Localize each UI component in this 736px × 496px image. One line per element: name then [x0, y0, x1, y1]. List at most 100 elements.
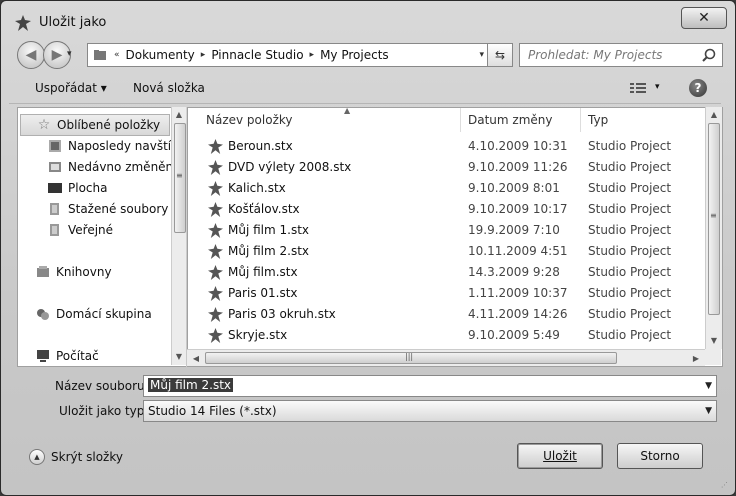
nav-favorites[interactable]: ☆ Oblíbené položky [20, 114, 170, 136]
file-row[interactable]: Beroun.stx 4.10.2009 10:31 Studio Project [188, 136, 704, 157]
file-row[interactable]: Paris 01.stx 1.11.2009 10:37 Studio Projec… [188, 283, 704, 304]
file-row[interactable]: Můj film 2.stx 10.11.2009 4:51 Studio Proj… [188, 241, 704, 262]
chevron-down-icon[interactable]: ▼ [705, 406, 712, 416]
nav-homegroup[interactable]: Domácí skupina [36, 304, 152, 324]
column-date-label: Datum změny [468, 113, 553, 127]
breadcrumb-my-projects[interactable]: My Projects [320, 48, 389, 62]
navigation-pane: ☆ Oblíbené položky Naposledy navštíve Ne… [17, 107, 186, 367]
address-prefix[interactable]: « [114, 50, 120, 60]
file-date: 19.9.2009 7:10 [468, 223, 560, 237]
studio-project-icon [208, 244, 223, 259]
address-dropdown[interactable]: ▾ [479, 50, 484, 60]
hide-folders-label: Skrýt složky [51, 450, 123, 464]
file-row[interactable]: Paris 03 okruh.stx 4.11.2009 14:26 Studio … [188, 304, 704, 325]
file-row[interactable]: DVD výlety 2008.stx 9.10.2009 11:26 Studio… [188, 157, 704, 178]
scrollbar-corner [705, 349, 721, 365]
chevron-down-icon[interactable]: ▼ [705, 381, 712, 391]
file-date: 1.11.2009 10:37 [468, 286, 568, 300]
nav-libraries[interactable]: Knihovny [36, 262, 112, 282]
nav-libraries-label: Knihovny [56, 265, 112, 279]
file-name: Kalich.stx [228, 181, 286, 195]
file-name: Paris 01.stx [228, 286, 298, 300]
scroll-left-arrow[interactable]: ◀ [189, 351, 203, 365]
help-icon[interactable]: ? [689, 79, 707, 97]
filetype-select[interactable]: Studio 14 Files (*.stx) ▼ [143, 400, 717, 422]
nav-homegroup-label: Domácí skupina [56, 307, 152, 321]
views-icon[interactable] [629, 81, 651, 95]
nav-recent-places[interactable]: Naposledy navštíve [48, 136, 186, 156]
column-divider[interactable] [460, 108, 461, 132]
scroll-up-arrow[interactable]: ▲ [172, 107, 186, 121]
nav-downloads-label: Stažené soubory [68, 202, 169, 216]
refresh-button[interactable]: ⇆ [487, 43, 513, 67]
scroll-right-arrow[interactable]: ▶ [689, 351, 703, 365]
public-folder-icon [50, 224, 59, 236]
nav-public[interactable]: Veřejné [48, 220, 113, 240]
breadcrumb-separator[interactable]: ▸ [201, 50, 206, 60]
column-header-date[interactable]: Datum změny [468, 108, 578, 132]
filetype-label: Uložit jako typ: [59, 404, 149, 418]
downloads-folder-icon [50, 203, 59, 215]
file-type: Studio Project [588, 202, 672, 216]
cancel-button[interactable]: Storno [617, 443, 703, 469]
scroll-down-arrow[interactable]: ▼ [172, 349, 186, 363]
column-header-name[interactable]: Název položky ▲ [206, 108, 446, 132]
file-row[interactable]: Můj film 1.stx 19.9.2009 7:10 Studio Proje… [188, 220, 704, 241]
organize-button[interactable]: Uspořádat ▾ [35, 81, 107, 95]
file-row[interactable]: Kalich.stx 9.10.2009 8:01 Studio Project [188, 178, 704, 199]
file-list-vertical-scrollbar[interactable]: ▲ ≡ ▼ [705, 107, 722, 349]
file-type: Studio Project [588, 244, 672, 258]
resize-grip[interactable]: ⋰ [721, 481, 731, 491]
filename-value[interactable]: Můj film 2.stx [148, 378, 234, 392]
star-icon: ☆ [37, 117, 51, 133]
nav-downloads[interactable]: Stažené soubory [48, 199, 168, 219]
file-type: Studio Project [588, 181, 672, 195]
back-button[interactable]: ◀ [17, 41, 45, 69]
breadcrumb-dokumenty[interactable]: Dokumenty [126, 48, 195, 62]
file-date: 10.11.2009 4:51 [468, 244, 568, 258]
file-name: Paris 03 okruh.stx [228, 307, 336, 321]
column-header-type[interactable]: Typ [588, 108, 688, 132]
libraries-icon [37, 266, 49, 277]
address-bar[interactable]: « Dokumenty ▸ Pinnacle Studio ▸ My Proje… [87, 43, 489, 67]
title-bar[interactable]: Uložit jako ✕ [1, 1, 735, 39]
studio-project-icon [208, 265, 223, 280]
filetype-value: Studio 14 Files (*.stx) [148, 404, 277, 418]
nav-computer-label: Počítač [56, 349, 99, 363]
nav-recent-places-label: Naposledy navštíve [68, 139, 186, 153]
file-row[interactable]: Košťálov.stx 9.10.2009 10:17 Studio Projec… [188, 199, 704, 220]
nav-scrollbar[interactable]: ▲ ≡ ▼ [171, 107, 186, 365]
scroll-down-arrow[interactable]: ▼ [707, 333, 721, 347]
column-divider[interactable] [580, 108, 581, 132]
save-button-label: Uložit [543, 449, 577, 463]
recent-pages-dropdown[interactable]: ▾ [67, 49, 72, 59]
breadcrumb-pinnacle-studio[interactable]: Pinnacle Studio [211, 48, 303, 62]
filename-input[interactable]: Můj film 2.stx ▼ [143, 375, 717, 397]
nav-recently-changed[interactable]: Nedávno změněné [48, 157, 181, 177]
forward-arrow-icon: ▶ [51, 47, 63, 63]
file-row[interactable]: Můj film.stx 14.3.2009 9:28 Studio Project [188, 262, 704, 283]
breadcrumb-separator[interactable]: ▸ [310, 50, 315, 60]
close-button[interactable]: ✕ [681, 7, 727, 29]
views-dropdown[interactable]: ▾ [655, 82, 660, 92]
grip-icon: ≡ [176, 171, 183, 180]
save-button[interactable]: Uložit [517, 443, 603, 469]
file-list-horizontal-scrollbar[interactable]: ◀ ||| ▶ [187, 349, 705, 366]
scroll-up-arrow[interactable]: ▲ [707, 107, 721, 121]
nav-recently-changed-label: Nedávno změněné [68, 160, 181, 174]
new-folder-button[interactable]: Nová složka [133, 81, 205, 95]
search-input[interactable]: Prohledat: My Projects [519, 43, 723, 67]
save-as-dialog: Uložit jako ✕ ◀ ▶ ▾ « Dokumenty ▸ Pinnac… [0, 0, 736, 496]
grip-icon: ≡ [710, 211, 717, 220]
nav-computer[interactable]: Počítač [36, 346, 99, 366]
studio-project-icon [208, 223, 223, 238]
file-name: Beroun.stx [228, 139, 293, 153]
refresh-icon: ⇆ [494, 48, 506, 62]
search-icon[interactable] [702, 48, 716, 62]
file-row[interactable]: Skryje.stx 9.10.2009 5:49 Studio Project [188, 325, 704, 346]
file-date: 4.10.2009 10:31 [468, 139, 568, 153]
chevron-up-icon: ▲ [29, 449, 45, 465]
pinnacle-app-icon [15, 15, 31, 31]
nav-desktop[interactable]: Plocha [48, 178, 107, 198]
hide-folders-toggle[interactable]: ▲ Skrýt složky [29, 449, 123, 465]
